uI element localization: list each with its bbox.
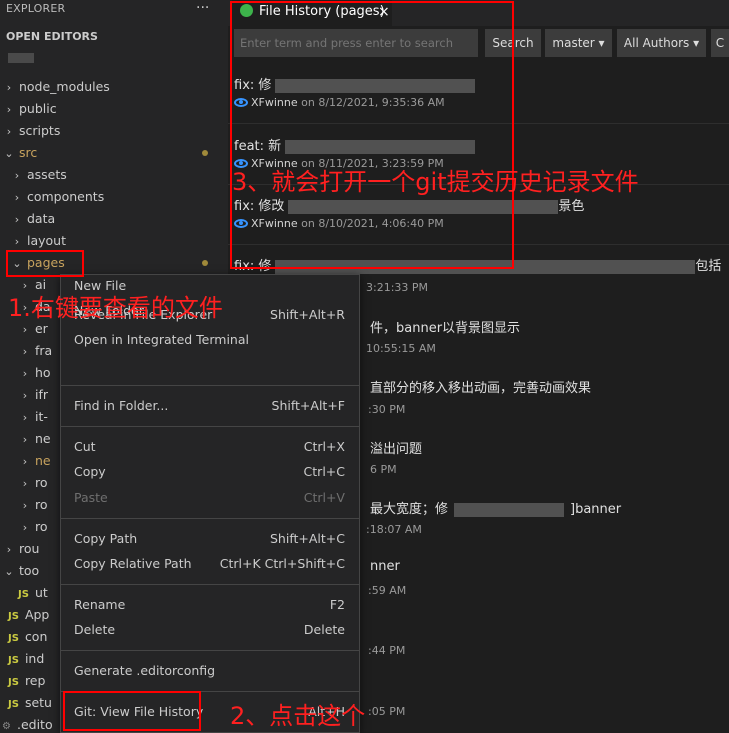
tree-item-node-modules[interactable]: › node_modules	[0, 76, 228, 98]
toolbar-more-button[interactable]: C	[711, 29, 729, 57]
menu-item-cut[interactable]: Cut Ctrl+X	[61, 435, 359, 459]
shortcut: Shift+Alt+R	[270, 307, 345, 322]
shortcut: Ctrl+C	[303, 464, 345, 479]
chevron-down-icon: ⌄	[4, 565, 14, 578]
commit-date: 10:55:15 AM	[366, 342, 436, 355]
js-file-icon: JS	[8, 633, 19, 644]
chevron-right-icon: ›	[22, 345, 28, 358]
menu-item-paste: Paste Ctrl+V	[61, 486, 359, 510]
tree-item-src[interactable]: ⌄ src	[0, 142, 228, 164]
tree-item-data[interactable]: › data	[0, 208, 228, 230]
explorer-title: EXPLORER	[6, 2, 66, 15]
menu-item-copy-relative-path[interactable]: Copy Relative Path Ctrl+K Ctrl+Shift+C	[61, 552, 359, 576]
gear-icon: ⚙	[2, 721, 11, 732]
menu-item-rename[interactable]: Rename F2	[61, 593, 359, 617]
chevron-right-icon: ›	[22, 433, 28, 446]
context-menu: New File Reveal in File Explorer Shift+Al…	[60, 274, 360, 733]
js-file-icon: JS	[8, 677, 19, 688]
chevron-right-icon: ›	[6, 103, 12, 116]
commit-date: :59 AM	[368, 584, 407, 597]
menu-item-copy-path[interactable]: Copy Path Shift+Alt+C	[61, 527, 359, 551]
shortcut: F2	[329, 597, 345, 612]
modified-dot	[202, 260, 208, 266]
tree-item-scripts[interactable]: › scripts	[0, 120, 228, 142]
commit-message: 溢出问题	[370, 442, 423, 457]
commit-message: 最大宽度；修]banner	[370, 502, 622, 517]
branch-dropdown[interactable]: master ▾	[545, 29, 612, 57]
chevron-right-icon: ›	[22, 411, 28, 424]
js-file-icon: JS	[8, 655, 19, 666]
commit-date: :30 PM	[368, 403, 406, 416]
commit-message: nner	[370, 559, 400, 574]
menu-item-delete[interactable]: Delete Delete	[61, 618, 359, 642]
blurred-item	[8, 53, 34, 63]
chevron-right-icon: ›	[14, 169, 20, 182]
shortcut: Shift+Alt+C	[269, 531, 345, 546]
more-actions-icon[interactable]: ···	[196, 0, 209, 16]
menu-separator	[61, 426, 359, 427]
tree-item-public[interactable]: › public	[0, 98, 228, 120]
authors-dropdown[interactable]: All Authors ▾	[617, 29, 706, 57]
modified-dot	[202, 150, 208, 156]
menu-item-copy[interactable]: Copy Ctrl+C	[61, 460, 359, 484]
js-file-icon: JS	[8, 611, 19, 622]
chevron-right-icon: ›	[22, 367, 28, 380]
chevron-right-icon: ›	[22, 477, 28, 490]
chevron-right-icon: ›	[6, 81, 12, 94]
chevron-down-icon: ⌄	[4, 147, 14, 160]
js-file-icon: JS	[18, 589, 29, 600]
commit-date: :44 PM	[368, 644, 406, 657]
annotation-box-git-history	[63, 691, 201, 731]
annotation-box-file-history	[230, 1, 514, 269]
chevron-right-icon: ›	[22, 499, 28, 512]
chevron-right-icon: ›	[22, 455, 28, 468]
chevron-right-icon: ›	[22, 521, 28, 534]
annotation-step1: 1.右键要查看的文件	[8, 294, 223, 322]
menu-item-find-in-folder[interactable]: Find in Folder... Shift+Alt+F	[61, 394, 359, 418]
menu-item-open-terminal[interactable]: Open in Integrated Terminal	[61, 328, 359, 352]
tree-item-assets[interactable]: › assets	[0, 164, 228, 186]
chevron-right-icon: ›	[22, 389, 28, 402]
chevron-right-icon: ›	[6, 125, 12, 138]
annotation-step2: 2、点击这个	[230, 702, 366, 730]
annotation-box-pages	[6, 250, 84, 277]
commit-message-tail: 包括	[695, 259, 722, 274]
commit-date: 6 PM	[370, 463, 397, 476]
blurred-text	[454, 502, 565, 517]
shortcut: Delete	[303, 622, 345, 637]
shortcut: Ctrl+V	[303, 490, 345, 505]
shortcut: Shift+Alt+F	[271, 398, 345, 413]
js-file-icon: JS	[8, 699, 19, 710]
commit-message: 件，banner以背景图显示	[370, 321, 521, 336]
shortcut: Ctrl+X	[303, 439, 345, 454]
tree-item-layout[interactable]: › layout	[0, 230, 228, 252]
menu-separator	[61, 518, 359, 519]
open-editors-header[interactable]: OPEN EDITORS	[6, 30, 98, 43]
menu-separator	[61, 584, 359, 585]
commit-message: 直部分的移入移出动画，完善动画效果	[370, 381, 592, 396]
commit-message-tail: 景色	[558, 199, 585, 214]
chevron-right-icon: ›	[14, 213, 20, 226]
commit-date: :18:07 AM	[366, 523, 422, 536]
annotation-step3: 3、就会打开一个git提交历史记录文件	[232, 168, 639, 196]
menu-separator	[61, 650, 359, 651]
chevron-right-icon: ›	[14, 191, 20, 204]
chevron-right-icon: ›	[6, 543, 12, 556]
commit-date: :05 PM	[368, 705, 406, 718]
menu-item-generate-editorconfig[interactable]: Generate .editorconfig	[61, 659, 359, 683]
shortcut: Ctrl+K Ctrl+Shift+C	[219, 556, 345, 571]
menu-separator	[61, 385, 359, 386]
commit-date: 3:21:33 PM	[366, 281, 429, 294]
tree-item-components[interactable]: › components	[0, 186, 228, 208]
